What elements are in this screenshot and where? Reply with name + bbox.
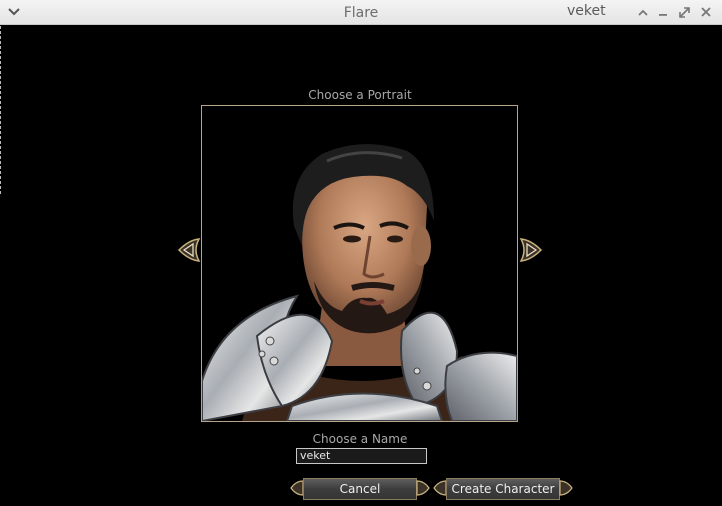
next-portrait-button[interactable] [519,238,543,262]
arrow-right-icon [519,238,543,262]
button-cap-left-icon [433,480,447,496]
shade-button[interactable] [635,4,651,20]
button-cap-left-icon [290,480,304,496]
window-resize-edge[interactable] [0,26,3,194]
window-user-label: veket [567,3,606,19]
close-icon [701,7,711,17]
button-cap-right-icon [416,480,430,496]
cancel-button-label: Cancel [303,478,417,500]
window-menu-button[interactable] [6,4,22,20]
chevron-up-icon [638,9,648,16]
maximize-icon [678,6,690,18]
button-cap-right-icon [559,480,573,496]
portrait-heading: Choose a Portrait [308,88,412,102]
create-character-button[interactable]: Create Character [433,478,573,500]
maximize-button[interactable] [676,4,692,20]
minimize-icon [659,14,667,16]
name-heading: Choose a Name [312,432,408,446]
create-character-button-label: Create Character [446,478,560,500]
cancel-button[interactable]: Cancel [290,478,430,500]
window-title: Flare [343,5,379,21]
character-portrait [202,106,517,421]
portrait-frame [201,105,518,422]
window-titlebar: Flare veket [0,0,722,25]
prev-portrait-button[interactable] [177,238,201,262]
name-input[interactable] [296,448,427,464]
minimize-button[interactable] [655,4,671,20]
close-button[interactable] [698,4,714,20]
chevron-down-icon [8,8,20,16]
arrow-left-icon [177,238,201,262]
